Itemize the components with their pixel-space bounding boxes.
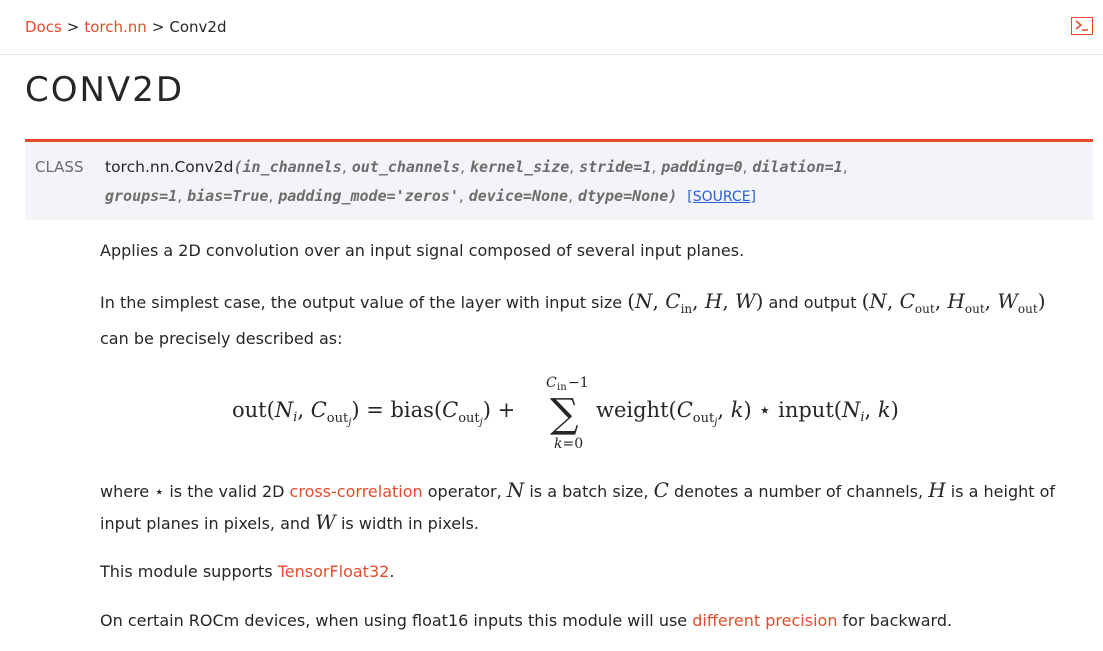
para-3-a: where ⋆ is the valid 2D <box>100 482 285 501</box>
svg-text:weight(Coutj, k) ⋆ input(Ni, k: weight(Coutj, k) ⋆ input(Ni, k) <box>596 398 899 428</box>
param-in-channels: in_channels <box>242 158 342 176</box>
breadcrumb-separator: > <box>151 18 165 36</box>
param-bias: bias=True <box>187 187 269 205</box>
breadcrumb-torch-nn[interactable]: torch.nn <box>84 18 146 36</box>
signature-line-1: torch.nn.Conv2d(in_channels, out_channel… <box>105 158 848 176</box>
source-link[interactable]: [SOURCE] <box>687 189 756 205</box>
svg-text:k=0: k=0 <box>554 436 583 452</box>
param-padding: padding=0 <box>661 158 743 176</box>
tensorfloat32-link[interactable]: TensorFloat32 <box>278 562 390 581</box>
svg-text:∑: ∑ <box>550 391 579 437</box>
para-4-b: . <box>389 562 395 581</box>
para-3-g: is width in pixels. <box>340 514 479 533</box>
param-dilation: dilation=1 <box>752 158 843 176</box>
para-3-e: is a height of <box>950 482 1056 501</box>
para-5-b: for backward. <box>842 611 953 630</box>
convolution-equation: out(Ni, Coutj) = bias(Coutj) + C in −1 ∑… <box>232 368 932 458</box>
breadcrumb-separator: > <box>66 18 80 36</box>
param-stride: stride=1 <box>579 158 652 176</box>
paragraph-where: where ⋆ is the valid 2D cross-correlatio… <box>100 475 1095 539</box>
param-dtype: dtype=None <box>577 187 669 205</box>
math-n: N <box>506 478 525 502</box>
top-bar: Docs > torch.nn > Conv2d <box>0 0 1103 55</box>
svg-text:out(Ni, Coutj) = bias(Coutj) +: out(Ni, Coutj) = bias(Coutj) + <box>232 398 515 428</box>
param-groups: groups=1 <box>105 187 178 205</box>
signature-name: torch.nn.Conv2d <box>105 158 234 176</box>
cross-correlation-link[interactable]: cross-correlation <box>290 482 423 501</box>
param-kernel-size: kernel_size <box>469 158 570 176</box>
svg-text:C: C <box>546 375 557 391</box>
math-h: H <box>928 478 946 502</box>
terminal-icon <box>1075 20 1088 31</box>
paragraph-description: Applies a 2D convolution over an input s… <box>100 236 1095 266</box>
para-2-a: In the simplest case, the output value o… <box>100 293 623 312</box>
para-4-a: This module supports <box>100 562 273 581</box>
para-3-f: input planes in pixels, and <box>100 514 311 533</box>
para-1: Applies a 2D convolution over an input s… <box>100 241 745 260</box>
terminal-button[interactable] <box>1071 17 1093 35</box>
paragraph-simplest-case: In the simplest case, the output value o… <box>100 286 1095 354</box>
para-2-b: and output <box>768 293 857 312</box>
page-title: CONV2D <box>25 70 185 110</box>
param-padding-mode: padding_mode='zeros' <box>278 187 459 205</box>
para-2-c: can be precisely described as: <box>100 329 343 348</box>
breadcrumb-current: Conv2d <box>169 18 227 36</box>
para-3-d: denotes a number of channels, <box>673 482 924 501</box>
class-signature: CLASS torch.nn.Conv2d(in_channels, out_c… <box>25 139 1093 220</box>
signature-line-2: groups=1, bias=True, padding_mode='zeros… <box>105 187 757 205</box>
math-w: W <box>315 510 336 534</box>
breadcrumb-docs[interactable]: Docs <box>25 18 62 36</box>
svg-text:−1: −1 <box>568 375 589 391</box>
math-output-size: (N, Cout, Hout, Wout) <box>861 289 1046 316</box>
different-precision-link[interactable]: different precision <box>692 611 837 630</box>
signature-kind: CLASS <box>35 158 84 176</box>
signature-close-paren: ) <box>668 187 678 205</box>
para-3-c: is a batch size, <box>529 482 649 501</box>
math-c: C <box>653 478 669 502</box>
param-out-channels: out_channels <box>351 158 461 176</box>
breadcrumb: Docs > torch.nn > Conv2d <box>25 18 227 36</box>
para-5-a: On certain ROCm devices, when using floa… <box>100 611 688 630</box>
paragraph-rocm: On certain ROCm devices, when using floa… <box>100 606 1095 636</box>
paragraph-tf32: This module supports TensorFloat32. <box>100 557 1095 587</box>
math-input-size: (N, Cin, H, W) <box>627 289 764 316</box>
para-3-b: operator, <box>427 482 502 501</box>
param-device: device=None <box>468 187 569 205</box>
